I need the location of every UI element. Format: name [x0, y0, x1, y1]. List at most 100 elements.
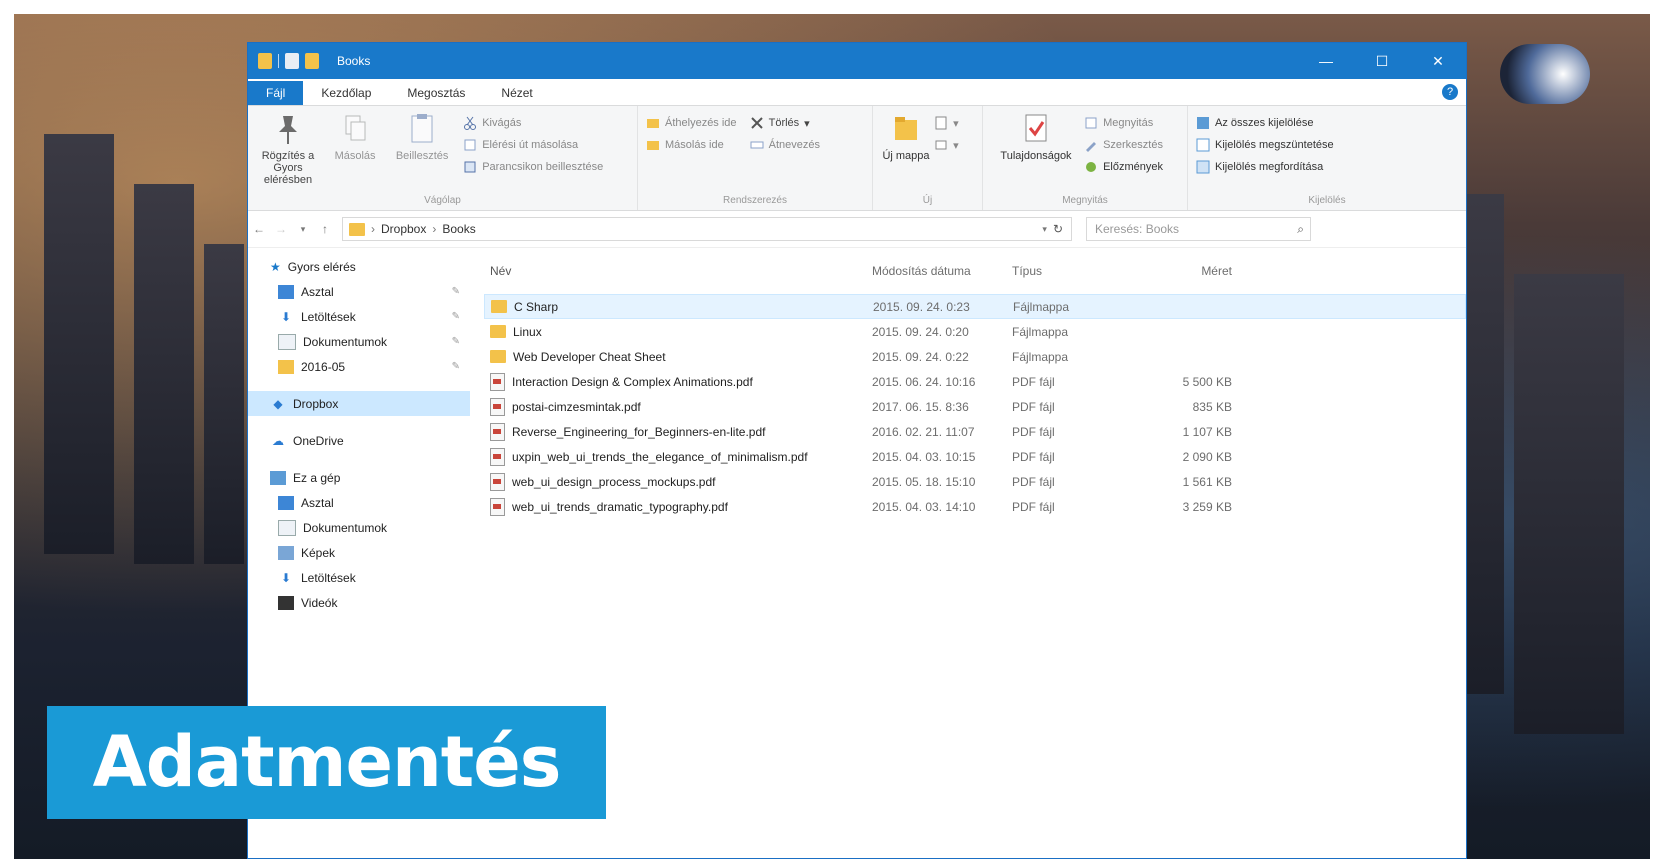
tab-home[interactable]: Kezdőlap — [303, 81, 389, 105]
pin-label: Rögzítés a Gyors elérésben — [261, 150, 315, 186]
toolbar-separator — [278, 54, 279, 68]
select-none-button[interactable]: Kijelölés megszüntetése — [1196, 134, 1458, 156]
sidebar-item-documents[interactable]: Dokumentumok ✎ — [248, 329, 470, 354]
pdf-file-icon — [490, 397, 505, 416]
new-folder-icon — [895, 117, 917, 140]
easy-access-button[interactable]: ▾ — [934, 134, 959, 156]
cut-button[interactable]: Kivágás — [463, 112, 603, 134]
new-folder-icon[interactable] — [305, 53, 319, 69]
search-icon[interactable]: ⌕ — [1297, 222, 1304, 237]
tab-view[interactable]: Nézet — [483, 81, 550, 105]
clipboard-group: Rögzítés a Gyors elérésben Másolás Beill… — [248, 106, 638, 210]
refresh-icon[interactable]: ↻ — [1053, 222, 1063, 236]
invert-selection-button[interactable]: Kijelölés megfordítása — [1196, 156, 1458, 178]
sidebar-item-label: Ez a gép — [293, 470, 341, 485]
delete-button[interactable]: Törlés ▾ — [750, 112, 820, 134]
table-row[interactable]: web_ui_trends_dramatic_typography.pdf 20… — [484, 494, 1466, 519]
help-icon[interactable]: ? — [1442, 84, 1458, 100]
column-header-type[interactable]: Típus — [1012, 264, 1132, 278]
file-name: Linux — [513, 324, 542, 339]
properties-icon[interactable] — [285, 53, 299, 69]
file-date: 2015. 09. 24. 0:20 — [872, 324, 969, 339]
chevron-down-icon: ▾ — [953, 117, 959, 130]
sidebar-item-quick-access[interactable]: ★ Gyors elérés — [248, 254, 470, 279]
maximize-button[interactable]: ☐ — [1354, 43, 1410, 79]
minimize-button[interactable]: — — [1298, 43, 1354, 79]
sidebar-item-pc-desktop[interactable]: Asztal — [248, 490, 470, 515]
desktop-icon — [278, 284, 294, 299]
breadcrumb-books[interactable]: Books — [442, 222, 475, 236]
folder-icon — [491, 300, 507, 313]
select-group: Az összes kijelölése Kijelölés megszünte… — [1188, 106, 1466, 210]
table-row[interactable]: Web Developer Cheat Sheet 2015. 09. 24. … — [484, 344, 1466, 369]
table-row[interactable]: Interaction Design & Complex Animations.… — [484, 369, 1466, 394]
column-header-size[interactable]: Méret — [1132, 264, 1232, 278]
star-icon: ★ — [270, 259, 281, 274]
invert-selection-label: Kijelölés megfordítása — [1215, 161, 1324, 173]
back-icon[interactable]: ← — [248, 222, 270, 236]
copy-path-label: Elérési út másolása — [482, 139, 579, 151]
select-all-button[interactable]: Az összes kijelölése — [1196, 112, 1458, 134]
breadcrumb-dropbox[interactable]: Dropbox — [381, 222, 426, 236]
rename-button[interactable]: Átnevezés — [750, 134, 820, 156]
column-header-name[interactable]: Név — [484, 264, 872, 278]
search-input[interactable]: Keresés: Books ⌕ — [1086, 217, 1311, 241]
file-date: 2015. 06. 24. 10:16 — [872, 374, 976, 389]
copy-to-button[interactable]: Másolás ide — [646, 134, 737, 156]
file-type: Fájlmappa — [1013, 299, 1070, 314]
scissors-icon — [464, 116, 477, 130]
folder-icon — [258, 53, 272, 69]
copy-path-button[interactable]: Elérési út másolása — [463, 134, 603, 156]
file-name: Interaction Design & Complex Animations.… — [512, 374, 753, 389]
sidebar-item-pc-downloads[interactable]: ⬇ Letöltések — [248, 565, 470, 590]
sidebar-item-2016-05[interactable]: 2016-05 ✎ — [248, 354, 470, 379]
open-button[interactable]: Megnyitás — [1084, 112, 1163, 134]
sidebar-item-downloads[interactable]: ⬇ Letöltések ✎ — [248, 304, 470, 329]
tab-share[interactable]: Megosztás — [389, 81, 483, 105]
history-button[interactable]: Előzmények — [1084, 156, 1163, 178]
sidebar-item-pictures[interactable]: Képek — [248, 540, 470, 565]
table-row[interactable]: Linux 2015. 09. 24. 0:20 Fájlmappa — [484, 319, 1466, 344]
clipboard-small-actions: Kivágás Elérési út másolása Parancsikon … — [463, 112, 603, 178]
close-button[interactable]: ✕ — [1410, 43, 1466, 79]
new-item-button[interactable]: ▾ — [934, 112, 959, 134]
table-row[interactable]: web_ui_design_process_mockups.pdf 2015. … — [484, 469, 1466, 494]
sidebar-item-label: Dokumentumok — [303, 520, 388, 535]
pin-icon: ✎ — [451, 286, 460, 297]
table-row[interactable]: uxpin_web_ui_trends_the_elegance_of_mini… — [484, 444, 1466, 469]
sidebar-item-onedrive[interactable]: ☁ OneDrive — [248, 428, 470, 453]
title-bar[interactable]: Books — ☐ ✕ — [248, 43, 1466, 79]
file-name: web_ui_design_process_mockups.pdf — [512, 474, 716, 489]
folder-icon — [490, 325, 506, 338]
sidebar-item-this-pc[interactable]: Ez a gép — [248, 465, 470, 490]
sidebar-item-videos[interactable]: Videók — [248, 590, 470, 615]
column-header-date[interactable]: Módosítás dátuma — [872, 264, 1012, 278]
new-folder-button[interactable]: Új mappa — [881, 112, 931, 162]
file-type: Fájlmappa — [1012, 324, 1069, 339]
sidebar-item-dropbox[interactable]: ◆ Dropbox — [248, 391, 470, 416]
properties-button[interactable]: Tulajdonságok — [991, 112, 1081, 162]
invert-selection-icon — [1196, 160, 1210, 174]
up-icon[interactable]: ↑ — [314, 222, 336, 236]
edit-icon — [1086, 142, 1097, 152]
paste-button[interactable]: Beillesztés — [390, 112, 454, 162]
forward-icon[interactable]: → — [270, 222, 292, 236]
chevron-down-icon[interactable]: ▾ — [1042, 224, 1047, 235]
sidebar-item-pc-documents[interactable]: Dokumentumok — [248, 515, 470, 540]
table-row[interactable]: postai-cimzesmintak.pdf 2017. 06. 15. 8:… — [484, 394, 1466, 419]
move-to-button[interactable]: Áthelyezés ide — [646, 112, 737, 134]
pin-quick-access-button[interactable]: Rögzítés a Gyors elérésben — [256, 112, 320, 186]
documents-icon — [278, 333, 296, 350]
paste-shortcut-button[interactable]: Parancsikon beillesztése — [463, 156, 603, 178]
edit-button[interactable]: Szerkesztés — [1084, 134, 1163, 156]
sidebar-item-desktop[interactable]: Asztal ✎ — [248, 279, 470, 304]
tab-file[interactable]: Fájl — [248, 81, 304, 105]
sidebar-item-label: 2016-05 — [301, 359, 346, 374]
table-row[interactable]: Reverse_Engineering_for_Beginners-en-lit… — [484, 419, 1466, 444]
table-row[interactable]: C Sharp 2015. 09. 24. 0:23 Fájlmappa — [484, 294, 1466, 319]
chevron-down-icon[interactable]: ▾ — [292, 224, 314, 235]
cut-label: Kivágás — [482, 117, 522, 129]
copy-button[interactable]: Másolás — [323, 112, 387, 162]
file-date: 2017. 06. 15. 8:36 — [872, 399, 969, 414]
address-bar[interactable]: › Dropbox › Books ▾ ↻ — [342, 217, 1072, 241]
